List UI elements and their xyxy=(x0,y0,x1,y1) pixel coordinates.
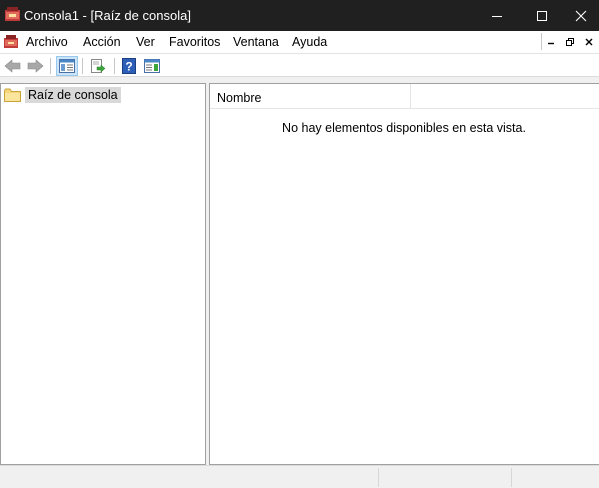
maximize-button[interactable] xyxy=(519,0,565,31)
toolbar-divider xyxy=(50,58,51,74)
forward-icon[interactable] xyxy=(24,56,46,76)
status-bar-divider xyxy=(378,468,379,487)
minimize-button[interactable] xyxy=(474,0,520,31)
show-hide-console-tree-icon[interactable] xyxy=(56,56,78,76)
toolbar-divider xyxy=(82,58,83,74)
child-close-button[interactable] xyxy=(580,33,598,50)
menu-ventana[interactable]: Ventana xyxy=(233,35,279,49)
svg-text:?: ? xyxy=(125,60,132,74)
help-icon[interactable]: ? xyxy=(118,56,140,76)
console-window-icon[interactable] xyxy=(3,34,19,50)
console-tree-pane[interactable]: Raíz de consola xyxy=(0,83,206,465)
tree-item-console-root[interactable]: Raíz de consola xyxy=(4,86,121,104)
menu-accion[interactable]: Acción xyxy=(83,35,121,49)
close-button[interactable] xyxy=(563,0,599,31)
menu-ayuda[interactable]: Ayuda xyxy=(292,35,327,49)
mmc-app-icon[interactable] xyxy=(4,6,21,23)
folder-icon xyxy=(4,88,21,102)
child-restore-button[interactable] xyxy=(561,33,579,50)
show-hide-action-pane-icon[interactable] xyxy=(141,56,163,76)
list-header: Nombre xyxy=(210,84,599,109)
toolbar: ? xyxy=(0,53,599,77)
menu-ver[interactable]: Ver xyxy=(136,35,155,49)
empty-list-message: No hay elementos disponibles en esta vis… xyxy=(282,121,526,135)
toolbar-divider xyxy=(114,58,115,74)
menu-favoritos[interactable]: Favoritos xyxy=(169,35,220,49)
export-list-icon[interactable] xyxy=(87,56,109,76)
back-icon[interactable] xyxy=(2,56,24,76)
title-bar: Consola1 - [Raíz de consola] xyxy=(0,0,599,31)
tree-item-label: Raíz de consola xyxy=(25,87,121,103)
menu-bar: Archivo Acción Ver Favoritos Ventana Ayu… xyxy=(0,31,599,53)
window-title: Consola1 - [Raíz de consola] xyxy=(24,8,191,23)
child-minimize-button[interactable] xyxy=(542,33,560,50)
menu-archivo[interactable]: Archivo xyxy=(26,35,68,49)
status-bar xyxy=(0,465,599,488)
results-pane[interactable]: Nombre No hay elementos disponibles en e… xyxy=(209,83,599,465)
column-header-nombre[interactable]: Nombre xyxy=(210,84,411,109)
status-bar-divider xyxy=(511,468,512,487)
